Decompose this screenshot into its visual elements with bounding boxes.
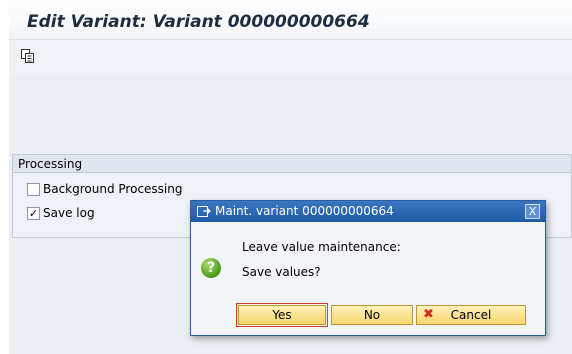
- dialog-title-bar[interactable]: Maint. variant 000000000664 X: [191, 201, 545, 222]
- processing-group-header: Processing: [13, 155, 571, 173]
- dialog-message-line1: Leave value maintenance:: [242, 240, 401, 254]
- dialog-message-line2: Save values?: [242, 265, 321, 279]
- cancel-label: Cancel: [450, 308, 492, 322]
- background-processing-checkbox[interactable]: [27, 182, 40, 196]
- title-bar: Edit Variant: Variant 000000000664: [9, 3, 572, 40]
- save-log-checkbox[interactable]: ✓: [27, 206, 40, 220]
- dialog-window-icon: [197, 205, 211, 218]
- application-toolbar: [9, 40, 572, 74]
- dialog-title: Maint. variant 000000000664: [215, 204, 394, 218]
- maintain-variant-dialog: Maint. variant 000000000664 X ? Leave va…: [190, 200, 546, 336]
- background-processing-label: Background Processing: [43, 182, 183, 196]
- close-icon[interactable]: X: [525, 204, 540, 219]
- background-processing-option[interactable]: Background Processing: [27, 181, 182, 197]
- yes-button[interactable]: Yes: [236, 303, 328, 327]
- group-title: Processing: [18, 157, 83, 171]
- save-log-label: Save log: [43, 206, 95, 220]
- save-log-option[interactable]: ✓ Save log: [27, 205, 95, 221]
- question-icon: ?: [201, 258, 221, 278]
- sap-screen: Edit Variant: Variant 000000000664 Proce…: [0, 0, 572, 354]
- copy-icon[interactable]: [20, 48, 36, 64]
- cancel-button[interactable]: ✖ Cancel: [416, 305, 526, 325]
- page-title: Edit Variant: Variant 000000000664: [27, 12, 370, 32]
- no-button[interactable]: No: [331, 305, 413, 325]
- cancel-icon: ✖: [423, 307, 434, 322]
